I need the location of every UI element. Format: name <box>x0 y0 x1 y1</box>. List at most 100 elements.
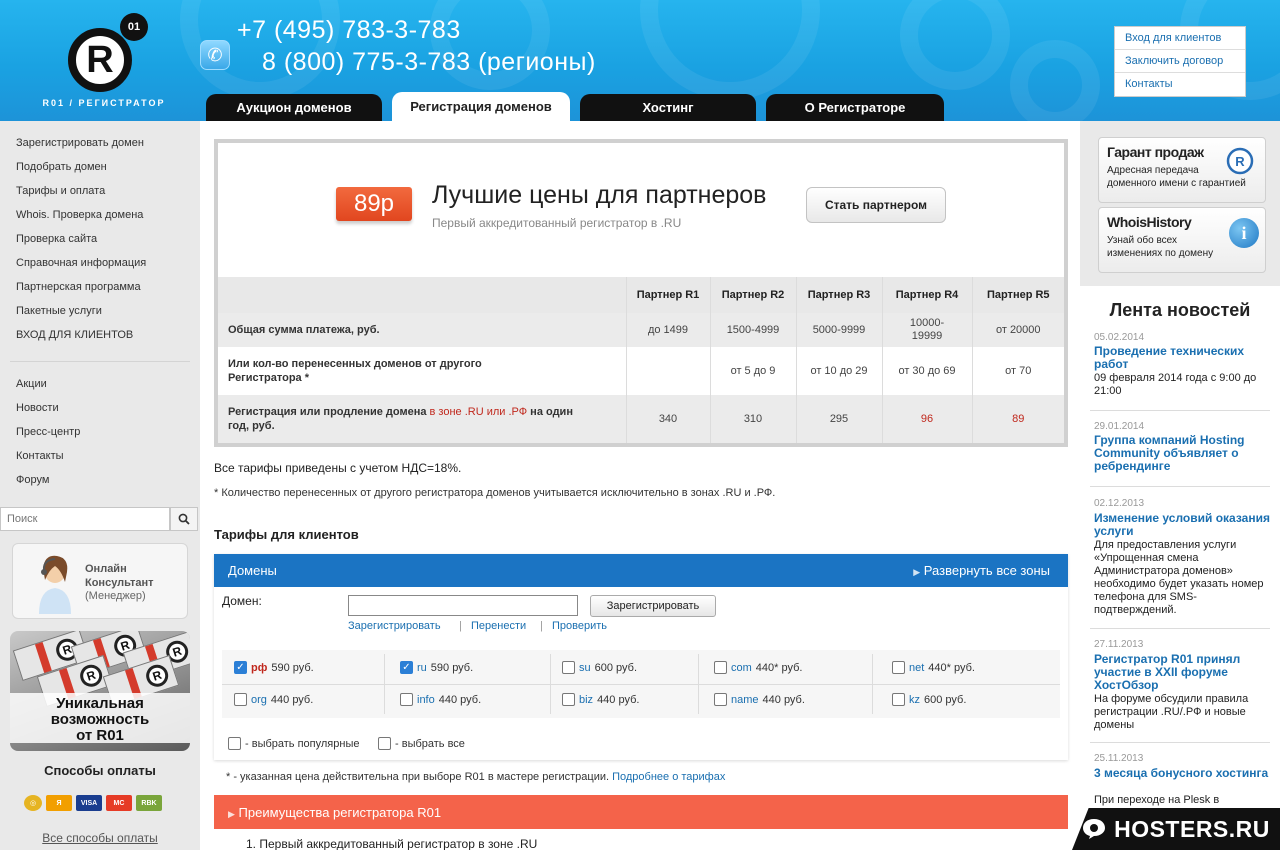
nav-register-domain[interactable]: Зарегистрировать домен <box>16 137 144 149</box>
news-title[interactable]: Регистратор R01 принял участие в XXII фо… <box>1094 653 1270 692</box>
transfer-link[interactable]: Перенести <box>471 620 526 632</box>
register-button[interactable]: Зарегистрировать <box>590 595 716 617</box>
checkbox-icon[interactable] <box>234 693 247 706</box>
zone-list: ✓ рф 590 руб. ✓ ru 590 руб. su 600 руб. com 44… <box>222 650 1060 718</box>
table-cell: от 5 до 9 <box>710 347 797 395</box>
zone-item-info[interactable]: info 440 руб. <box>400 693 481 706</box>
news-date: 29.01.2014 <box>1094 421 1145 432</box>
news-title[interactable]: 3 месяца бонусного хостинга <box>1094 767 1270 780</box>
tab-auction[interactable]: Аукцион доменов <box>206 94 382 121</box>
zone-item-org[interactable]: org 440 руб. <box>234 693 313 706</box>
zone-link[interactable]: в зоне .RU или .РФ <box>430 406 528 418</box>
zone-item-name[interactable]: name 440 руб. <box>714 693 805 706</box>
news-text: При переходе на Plesk в <box>1094 794 1220 806</box>
tab-about[interactable]: О Регистраторе <box>766 94 944 121</box>
nav-reference[interactable]: Справочная информация <box>16 257 146 269</box>
checkbox-icon[interactable] <box>378 737 391 750</box>
become-partner-button[interactable]: Стать партнером <box>806 187 946 223</box>
sidebar-divider <box>10 361 190 362</box>
nav-site-check[interactable]: Проверка сайта <box>16 233 97 245</box>
r01-logo[interactable]: R 01 R01 / РЕГИСТРАТОР <box>30 12 170 117</box>
table-cell: от 30 до 69 <box>882 347 973 395</box>
news-date: 05.02.2014 <box>1094 332 1145 343</box>
expand-zones-link[interactable]: ▶ Развернуть все зоны <box>913 563 1050 578</box>
news-title[interactable]: Изменение условий оказания услуги <box>1094 512 1270 538</box>
news-text: 09 февраля 2014 года с 9:00 до 21:00 <box>1094 372 1257 397</box>
client-login-link[interactable]: Вход для клиентов <box>1115 27 1245 50</box>
search-icon <box>178 513 190 525</box>
whois-history-banner[interactable]: WhoisHistory Узнай обо всех изменениях по… <box>1098 207 1266 273</box>
table-row: Или кол-во перенесенных доменов от друго… <box>218 347 1064 395</box>
contract-link[interactable]: Заключить договор <box>1115 50 1245 73</box>
zone-item-kz[interactable]: kz 600 руб. <box>892 693 966 706</box>
check-link[interactable]: Проверить <box>552 620 607 632</box>
checkbox-icon[interactable] <box>400 693 413 706</box>
checkbox-icon[interactable] <box>562 693 575 706</box>
zone-item-rf[interactable]: ✓ рф 590 руб. <box>234 661 314 674</box>
news-feed-heading: Лента новостей <box>1109 300 1251 320</box>
tab-hosting[interactable]: Хостинг <box>580 94 756 121</box>
news-divider <box>1090 628 1270 629</box>
search-input[interactable] <box>0 507 170 531</box>
logo-r-icon: R <box>68 28 132 92</box>
nav-contacts[interactable]: Контакты <box>16 450 64 462</box>
table-cell: 295 <box>796 395 883 443</box>
select-all[interactable]: - выбрать все <box>378 737 465 750</box>
nav-client-login[interactable]: ВХОД ДЛЯ КЛИЕНТОВ <box>16 329 133 341</box>
partner-banner-subtitle: Первый аккредитованный регистратор в .RU <box>432 216 682 230</box>
zone-item-su[interactable]: su 600 руб. <box>562 661 637 674</box>
news-title[interactable]: Группа компаний Hosting Community объявл… <box>1094 434 1270 473</box>
checkbox-icon[interactable] <box>714 693 727 706</box>
checkbox-icon[interactable] <box>714 661 727 674</box>
checkbox-icon[interactable] <box>562 661 575 674</box>
nav-promotions[interactable]: Акции <box>16 378 47 390</box>
link-separator: | <box>540 620 543 632</box>
contacts-link[interactable]: Контакты <box>1115 73 1245 96</box>
checkbox-icon[interactable] <box>228 737 241 750</box>
promo-banner[interactable]: R R R R R Уникальная возможность от R01 <box>10 631 190 751</box>
table-cell: 10000-19999 <box>882 313 973 347</box>
zone-item-net[interactable]: net 440* руб. <box>892 661 975 674</box>
checkbox-checked-icon[interactable]: ✓ <box>400 661 413 674</box>
news-date: 27.11.2013 <box>1094 639 1144 650</box>
consultant-avatar-icon <box>39 555 71 614</box>
checkbox-checked-icon[interactable]: ✓ <box>234 661 247 674</box>
search-button[interactable] <box>170 507 198 531</box>
nav-partner-program[interactable]: Партнерская программа <box>16 281 141 293</box>
nav-find-domain[interactable]: Подобрать домен <box>16 161 107 173</box>
nav-whois[interactable]: Whois. Проверка домена <box>16 209 143 221</box>
nav-tariffs[interactable]: Тарифы и оплата <box>16 185 105 197</box>
nav-news[interactable]: Новости <box>16 402 59 414</box>
nav-forum[interactable]: Форум <box>16 474 49 486</box>
nav-packages[interactable]: Пакетные услуги <box>16 305 102 317</box>
zone-divider <box>698 654 699 714</box>
news-title[interactable]: Проведение технических работ <box>1094 345 1270 371</box>
domain-input[interactable] <box>348 595 578 616</box>
yandex-money-icon: Я <box>46 795 72 811</box>
online-consultant[interactable]: Онлайн Консультант (Менеджер) <box>12 543 188 619</box>
chat-bubble-icon <box>1083 819 1106 839</box>
sale-guarantee-banner[interactable]: Гарант продаж Адресная передача доменного… <box>1098 137 1266 203</box>
register-link[interactable]: Зарегистрировать <box>348 620 441 632</box>
zone-item-ru[interactable]: ✓ ru 590 руб. <box>400 661 473 674</box>
zone-divider <box>384 654 385 714</box>
table-header: Партнер R5 <box>972 277 1064 313</box>
tariffs-details-link[interactable]: Подробнее о тарифах <box>612 771 725 783</box>
table-cell: 340 <box>626 395 711 443</box>
news-date: 25.11.2013 <box>1094 753 1144 764</box>
select-popular[interactable]: - выбрать популярные <box>228 737 359 750</box>
transfer-note: * Количество перенесенных от другого рег… <box>214 487 776 499</box>
table-header: Партнер R2 <box>710 277 797 313</box>
advantages-bar[interactable]: ▶ Преимущества регистратора R01 <box>214 795 1068 829</box>
consultant-title: Онлайн Консультант <box>85 563 154 589</box>
tab-domain-registration[interactable]: Регистрация доменов <box>392 92 570 121</box>
checkbox-icon[interactable] <box>892 661 905 674</box>
all-payment-methods-link[interactable]: Все способы оплаты <box>0 831 200 845</box>
vat-note: Все тарифы приведены с учетом НДС=18%. <box>214 461 462 475</box>
nav-press-center[interactable]: Пресс-центр <box>16 426 80 438</box>
zone-item-biz[interactable]: biz 440 руб. <box>562 693 639 706</box>
checkbox-icon[interactable] <box>892 693 905 706</box>
triangle-right-icon: ▶ <box>913 567 921 577</box>
zone-item-com[interactable]: com 440* руб. <box>714 661 802 674</box>
phone-regions: 8 (800) 775-3-783 (регионы) <box>262 48 596 76</box>
